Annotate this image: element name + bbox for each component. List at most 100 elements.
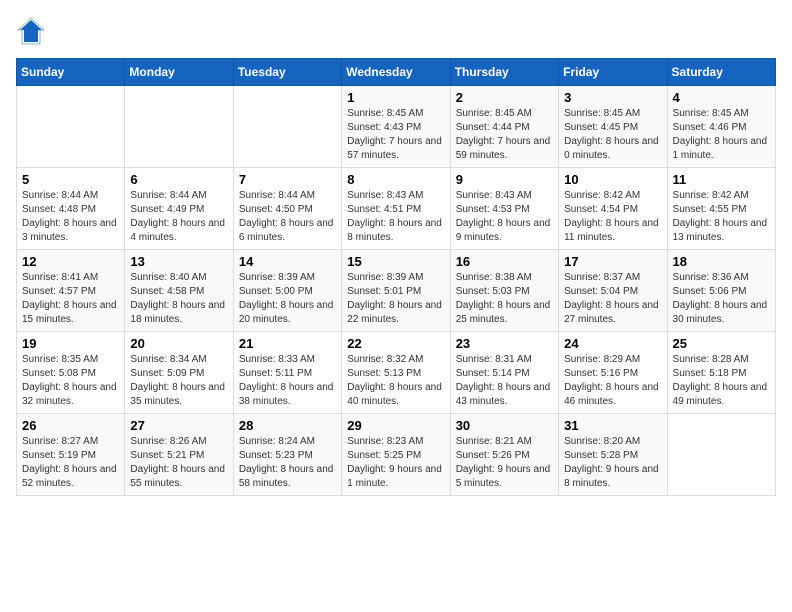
day-info: Sunrise: 8:27 AM Sunset: 5:19 PM Dayligh… <box>22 435 119 491</box>
week-row-5: 26 Sunrise: 8:27 AM Sunset: 5:19 PM Dayli… <box>17 414 776 496</box>
weekday-header-wednesday: Wednesday <box>342 59 450 86</box>
calendar-cell: 13 Sunrise: 8:40 AM Sunset: 4:58 PM Dayli… <box>125 250 233 332</box>
calendar-cell: 16 Sunrise: 8:38 AM Sunset: 5:03 PM Dayli… <box>450 250 558 332</box>
weekday-header-monday: Monday <box>125 59 233 86</box>
day-info: Sunrise: 8:43 AM Sunset: 4:51 PM Dayligh… <box>347 189 444 245</box>
calendar-cell: 27Sunrise: 8:26 AM Sunset: 5:21 PM Dayli… <box>125 414 233 496</box>
day-number: 25 <box>673 336 770 351</box>
calendar-cell: 20Sunrise: 8:34 AM Sunset: 5:09 PM Dayli… <box>125 332 233 414</box>
calendar-cell: 31 Sunrise: 8:20 AM Sunset: 5:28 PM Dayli… <box>559 414 667 496</box>
calendar-cell: 21 Sunrise: 8:33 AM Sunset: 5:11 PM Dayli… <box>233 332 341 414</box>
calendar-cell: 6 Sunrise: 8:44 AM Sunset: 4:49 PM Daylig… <box>125 168 233 250</box>
day-number: 29 <box>347 418 444 433</box>
weekday-header-row: SundayMondayTuesdayWednesdayThursdayFrid… <box>17 59 776 86</box>
day-info: Sunrise: 8:35 AM Sunset: 5:08 PM Dayligh… <box>22 353 119 409</box>
calendar-cell: 17 Sunrise: 8:37 AM Sunset: 5:04 PM Dayli… <box>559 250 667 332</box>
day-info: Sunrise: 8:39 AM Sunset: 5:01 PM Dayligh… <box>347 271 444 327</box>
calendar-cell: 24 Sunrise: 8:29 AM Sunset: 5:16 PM Dayli… <box>559 332 667 414</box>
calendar-cell: 25 Sunrise: 8:28 AM Sunset: 5:18 PM Dayli… <box>667 332 775 414</box>
day-number: 1 <box>347 90 444 105</box>
calendar-cell: 12Sunrise: 8:41 AM Sunset: 4:57 PM Dayli… <box>17 250 125 332</box>
day-info: Sunrise: 8:39 AM Sunset: 5:00 PM Dayligh… <box>239 271 336 327</box>
day-number: 24 <box>564 336 661 351</box>
calendar-cell: 5 Sunrise: 8:44 AM Sunset: 4:48 PM Daylig… <box>17 168 125 250</box>
day-number: 22 <box>347 336 444 351</box>
day-number: 31 <box>564 418 661 433</box>
calendar-cell: 10Sunrise: 8:42 AM Sunset: 4:54 PM Dayli… <box>559 168 667 250</box>
day-number: 16 <box>456 254 553 269</box>
calendar-cell: 8 Sunrise: 8:43 AM Sunset: 4:51 PM Daylig… <box>342 168 450 250</box>
day-info: Sunrise: 8:26 AM Sunset: 5:21 PM Dayligh… <box>130 435 227 491</box>
day-number: 2 <box>456 90 553 105</box>
day-number: 6 <box>130 172 227 187</box>
calendar-cell: 29 Sunrise: 8:23 AM Sunset: 5:25 PM Dayli… <box>342 414 450 496</box>
day-number: 30 <box>456 418 553 433</box>
weekday-header-sunday: Sunday <box>17 59 125 86</box>
day-number: 8 <box>347 172 444 187</box>
day-info: Sunrise: 8:40 AM Sunset: 4:58 PM Dayligh… <box>130 271 227 327</box>
day-number: 21 <box>239 336 336 351</box>
calendar-cell: 4 Sunrise: 8:45 AM Sunset: 4:46 PM Daylig… <box>667 86 775 168</box>
day-info: Sunrise: 8:24 AM Sunset: 5:23 PM Dayligh… <box>239 435 336 491</box>
calendar-cell: 7 Sunrise: 8:44 AM Sunset: 4:50 PM Daylig… <box>233 168 341 250</box>
day-info: Sunrise: 8:33 AM Sunset: 5:11 PM Dayligh… <box>239 353 336 409</box>
calendar-cell: 1 Sunrise: 8:45 AM Sunset: 4:43 PM Daylig… <box>342 86 450 168</box>
day-number: 14 <box>239 254 336 269</box>
weekday-header-thursday: Thursday <box>450 59 558 86</box>
day-info: Sunrise: 8:21 AM Sunset: 5:26 PM Dayligh… <box>456 435 553 491</box>
header <box>16 16 776 46</box>
day-info: Sunrise: 8:37 AM Sunset: 5:04 PM Dayligh… <box>564 271 661 327</box>
calendar-cell: 23Sunrise: 8:31 AM Sunset: 5:14 PM Dayli… <box>450 332 558 414</box>
day-number: 15 <box>347 254 444 269</box>
day-info: Sunrise: 8:45 AM Sunset: 4:44 PM Dayligh… <box>456 107 553 163</box>
calendar-cell: 15 Sunrise: 8:39 AM Sunset: 5:01 PM Dayli… <box>342 250 450 332</box>
day-number: 20 <box>130 336 227 351</box>
calendar-cell: 28 Sunrise: 8:24 AM Sunset: 5:23 PM Dayli… <box>233 414 341 496</box>
day-info: Sunrise: 8:36 AM Sunset: 5:06 PM Dayligh… <box>673 271 770 327</box>
day-info: Sunrise: 8:45 AM Sunset: 4:45 PM Dayligh… <box>564 107 661 163</box>
calendar-cell: 19 Sunrise: 8:35 AM Sunset: 5:08 PM Dayli… <box>17 332 125 414</box>
calendar-cell <box>17 86 125 168</box>
day-number: 4 <box>673 90 770 105</box>
calendar-cell: 2 Sunrise: 8:45 AM Sunset: 4:44 PM Daylig… <box>450 86 558 168</box>
weekday-header-tuesday: Tuesday <box>233 59 341 86</box>
day-number: 28 <box>239 418 336 433</box>
weekday-header-saturday: Saturday <box>667 59 775 86</box>
day-info: Sunrise: 8:28 AM Sunset: 5:18 PM Dayligh… <box>673 353 770 409</box>
calendar-cell: 3 Sunrise: 8:45 AM Sunset: 4:45 PM Daylig… <box>559 86 667 168</box>
day-info: Sunrise: 8:44 AM Sunset: 4:50 PM Dayligh… <box>239 189 336 245</box>
calendar-cell: 18Sunrise: 8:36 AM Sunset: 5:06 PM Dayli… <box>667 250 775 332</box>
calendar-cell: 26 Sunrise: 8:27 AM Sunset: 5:19 PM Dayli… <box>17 414 125 496</box>
calendar-table: SundayMondayTuesdayWednesdayThursdayFrid… <box>16 58 776 496</box>
week-row-1: 1 Sunrise: 8:45 AM Sunset: 4:43 PM Daylig… <box>17 86 776 168</box>
day-info: Sunrise: 8:45 AM Sunset: 4:43 PM Dayligh… <box>347 107 444 163</box>
weekday-header-friday: Friday <box>559 59 667 86</box>
day-number: 11 <box>673 172 770 187</box>
day-info: Sunrise: 8:23 AM Sunset: 5:25 PM Dayligh… <box>347 435 444 491</box>
day-number: 13 <box>130 254 227 269</box>
calendar-cell: 30 Sunrise: 8:21 AM Sunset: 5:26 PM Dayli… <box>450 414 558 496</box>
day-number: 5 <box>22 172 119 187</box>
week-row-2: 5 Sunrise: 8:44 AM Sunset: 4:48 PM Daylig… <box>17 168 776 250</box>
day-number: 26 <box>22 418 119 433</box>
day-info: Sunrise: 8:20 AM Sunset: 5:28 PM Dayligh… <box>564 435 661 491</box>
day-info: Sunrise: 8:45 AM Sunset: 4:46 PM Dayligh… <box>673 107 770 163</box>
day-info: Sunrise: 8:32 AM Sunset: 5:13 PM Dayligh… <box>347 353 444 409</box>
logo <box>16 16 50 46</box>
day-number: 7 <box>239 172 336 187</box>
day-info: Sunrise: 8:38 AM Sunset: 5:03 PM Dayligh… <box>456 271 553 327</box>
week-row-4: 19 Sunrise: 8:35 AM Sunset: 5:08 PM Dayli… <box>17 332 776 414</box>
day-number: 9 <box>456 172 553 187</box>
day-number: 19 <box>22 336 119 351</box>
calendar-cell <box>125 86 233 168</box>
day-info: Sunrise: 8:43 AM Sunset: 4:53 PM Dayligh… <box>456 189 553 245</box>
day-info: Sunrise: 8:44 AM Sunset: 4:48 PM Dayligh… <box>22 189 119 245</box>
day-info: Sunrise: 8:42 AM Sunset: 4:55 PM Dayligh… <box>673 189 770 245</box>
day-info: Sunrise: 8:29 AM Sunset: 5:16 PM Dayligh… <box>564 353 661 409</box>
day-info: Sunrise: 8:42 AM Sunset: 4:54 PM Dayligh… <box>564 189 661 245</box>
day-info: Sunrise: 8:44 AM Sunset: 4:49 PM Dayligh… <box>130 189 227 245</box>
logo-icon <box>16 16 46 46</box>
day-number: 3 <box>564 90 661 105</box>
day-number: 17 <box>564 254 661 269</box>
calendar-cell: 14 Sunrise: 8:39 AM Sunset: 5:00 PM Dayli… <box>233 250 341 332</box>
